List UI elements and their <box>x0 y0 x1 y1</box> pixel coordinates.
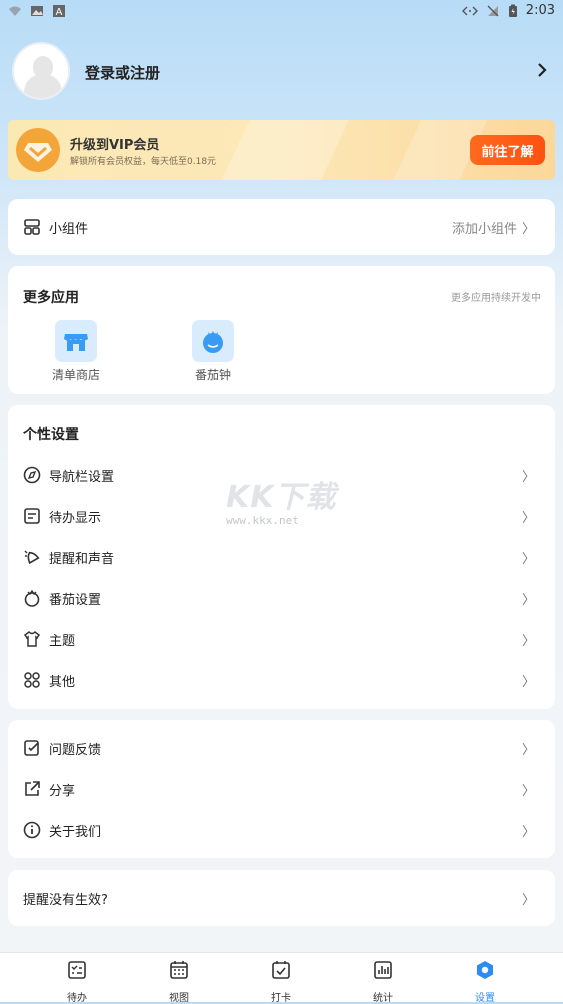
chevron-right-icon: 〉 <box>521 783 535 799</box>
info-icon <box>23 821 41 839</box>
settings-item-label: 待办显示 <box>49 510 102 526</box>
calendar-icon <box>170 961 188 979</box>
widgets-card: 小组件 添加小组件 〉 <box>8 199 555 255</box>
chevron-right-icon: 〉 <box>521 592 535 608</box>
vip-subtitle: 解锁所有会员权益，每天低至0.18元 <box>70 157 217 167</box>
tab-label: 视图 <box>169 993 189 1004</box>
chevron-right-icon: 〉 <box>521 742 535 758</box>
vip-learn-more-button[interactable]: 前往了解 <box>470 135 545 165</box>
vip-banner[interactable]: 升级到VIP会员 解锁所有会员权益，每天低至0.18元 前往了解 <box>8 120 555 180</box>
avatar[interactable] <box>12 42 70 100</box>
tomato-outline-icon <box>24 589 40 607</box>
settings-item-reminders[interactable]: 提醒和声音 〉 <box>8 537 555 577</box>
settings-item-label: 其他 <box>49 674 76 690</box>
chevron-right-icon[interactable] <box>532 58 552 82</box>
widget-icon <box>24 219 40 235</box>
checkin-icon <box>272 961 290 979</box>
settings-item-pomodoro[interactable]: 番茄设置 〉 <box>8 578 555 618</box>
feedback-icon <box>24 740 39 756</box>
display-icon <box>24 508 40 524</box>
widgets-label: 小组件 <box>49 221 89 237</box>
app-pomodoro-item[interactable]: 番茄钟 <box>168 320 258 383</box>
chevron-right-icon: 〉 <box>521 633 535 649</box>
svg-text:A: A <box>56 7 63 18</box>
login-register-label[interactable]: 登录或注册 <box>85 62 160 83</box>
status-bar: A 2:03 <box>0 0 563 24</box>
settings-icon <box>477 961 493 979</box>
app-label: 清单商店 <box>51 368 100 382</box>
chevron-right-icon: 〉 <box>521 674 535 690</box>
tab-settings[interactable]: 设置 <box>455 959 515 1004</box>
more-apps-card: 更多应用 更多应用持续开发中 清单商店 番茄钟 <box>8 266 555 394</box>
todo-icon <box>68 961 86 979</box>
no-signal-icon <box>487 5 499 16</box>
tab-label: 打卡 <box>271 993 291 1004</box>
chevron-right-icon: 〉 <box>521 892 535 908</box>
bottom-tab-bar: 待办 视图 打卡 统计 设置 <box>0 952 563 1004</box>
tab-label: 待办 <box>67 993 87 1004</box>
support-item-label: 问题反馈 <box>49 742 102 758</box>
settings-item-label: 主题 <box>49 633 76 649</box>
widgets-row[interactable]: 小组件 添加小组件 〉 <box>8 207 555 247</box>
chevron-right-icon: 〉 <box>521 510 535 526</box>
vip-title: 升级到VIP会员 <box>70 138 160 153</box>
add-widget-link[interactable]: 添加小组件 <box>452 218 517 237</box>
personal-settings-card: 个性设置 导航栏设置 〉 待办显示 〉 提醒和声音 〉 番茄设置 〉 主题 〉 … <box>8 405 555 709</box>
battery-icon <box>508 4 517 17</box>
shirt-icon <box>23 631 41 647</box>
watermark: KK下载 www.kkx.net <box>226 472 346 532</box>
vpn-icon <box>461 6 478 15</box>
stats-icon <box>374 961 392 979</box>
vip-badge-icon <box>16 128 60 172</box>
font-icon: A <box>53 5 65 18</box>
reminder-help-card: 提醒没有生效? 〉 <box>8 870 555 926</box>
tab-label: 设置 <box>475 993 495 1004</box>
bell-icon <box>24 550 40 565</box>
support-item-share[interactable]: 分享 〉 <box>8 769 555 809</box>
share-icon <box>25 781 40 796</box>
tab-todo[interactable]: 待办 <box>47 959 107 1004</box>
tomato-icon <box>192 320 234 362</box>
settings-item-theme[interactable]: 主题 〉 <box>8 619 555 659</box>
app-label: 番茄钟 <box>194 368 231 382</box>
app-store-item[interactable]: 清单商店 <box>31 320 121 383</box>
image-icon <box>31 6 43 16</box>
tab-checkin[interactable]: 打卡 <box>251 959 311 1004</box>
tab-label: 统计 <box>373 993 393 1004</box>
chevron-right-icon: 〉 <box>521 551 535 567</box>
profile-row[interactable]: 登录或注册 <box>12 42 552 102</box>
settings-item-other[interactable]: 其他 〉 <box>8 660 555 700</box>
reminder-help-row[interactable]: 提醒没有生效? 〉 <box>8 878 555 918</box>
more-apps-note: 更多应用持续开发中 <box>451 293 541 304</box>
chevron-right-icon: 〉 <box>521 221 535 237</box>
settings-item-label: 提醒和声音 <box>49 551 115 567</box>
wifi-icon <box>9 6 21 16</box>
chevron-right-icon: 〉 <box>521 824 535 840</box>
clock: 2:03 <box>525 3 555 18</box>
reminder-help-label: 提醒没有生效? <box>23 892 108 908</box>
settings-item-label: 导航栏设置 <box>49 469 115 485</box>
support-item-label: 关于我们 <box>49 824 102 840</box>
support-card: 问题反馈 〉 分享 〉 关于我们 〉 <box>8 720 555 858</box>
watermark-url: www.kkx.net <box>226 514 299 527</box>
support-item-about[interactable]: 关于我们 〉 <box>8 810 555 850</box>
watermark-logo-text: KK下载 <box>226 480 337 515</box>
settings-item-label: 番茄设置 <box>49 592 102 608</box>
grid-icon <box>24 672 40 688</box>
support-item-feedback[interactable]: 问题反馈 〉 <box>8 728 555 768</box>
personal-settings-title: 个性设置 <box>23 427 79 443</box>
store-icon <box>55 320 97 362</box>
more-apps-title: 更多应用 <box>23 290 79 306</box>
navbar-icon <box>23 466 41 484</box>
tab-view[interactable]: 视图 <box>149 959 209 1004</box>
chevron-right-icon: 〉 <box>521 469 535 485</box>
support-item-label: 分享 <box>49 783 76 799</box>
tab-stats[interactable]: 统计 <box>353 959 413 1004</box>
